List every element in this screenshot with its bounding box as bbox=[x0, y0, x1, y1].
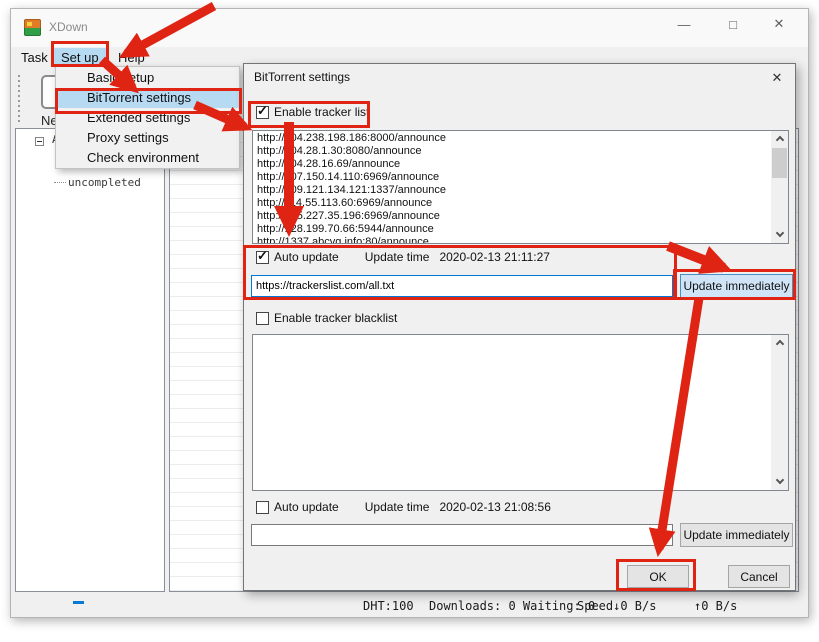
enable-tracker-list-checkbox[interactable]: ✓ bbox=[256, 106, 269, 119]
close-icon: ✕ bbox=[774, 16, 785, 32]
screen: XDown — □ ✕ Task Set up Help New A uncom bbox=[0, 0, 819, 642]
tracker-auto-update-checkbox[interactable]: ✓ bbox=[256, 251, 269, 264]
titlebar: XDown — □ ✕ bbox=[11, 9, 808, 47]
menu-item-check-environment[interactable]: Check environment bbox=[56, 148, 239, 168]
blacklist-auto-update-label: Auto update bbox=[274, 500, 339, 514]
tracker-source-url-input[interactable] bbox=[251, 275, 673, 297]
toolbar-grip[interactable] bbox=[18, 75, 20, 123]
tracker-url: http://1337.abcvg.info:80/announce bbox=[257, 236, 784, 244]
update-immediately-button-tracker[interactable]: Update immediately bbox=[680, 274, 793, 298]
task-tree-panel: A uncompleted bbox=[15, 128, 165, 592]
checkmark-icon: ✓ bbox=[257, 248, 268, 264]
dialog-title: BitTorrent settings bbox=[254, 70, 350, 84]
scroll-down-icon[interactable] bbox=[771, 474, 788, 490]
status-dht: DHT:100 bbox=[363, 599, 414, 613]
tree-collapse-icon[interactable] bbox=[35, 137, 44, 146]
tracker-url: http://125.227.35.196:6969/announce bbox=[257, 210, 784, 223]
tracker-url: http://107.150.14.110:6969/announce bbox=[257, 171, 784, 184]
tracker-url: http://128.199.70.66:5944/announce bbox=[257, 223, 784, 236]
scrollbar-thumb[interactable] bbox=[772, 148, 787, 178]
menu-set-up[interactable]: Set up bbox=[54, 48, 106, 68]
tracker-blacklist-box[interactable] bbox=[252, 334, 789, 491]
ok-button[interactable]: OK bbox=[627, 565, 689, 588]
menu-item-bittorrent-settings[interactable]: BitTorrent settings bbox=[56, 88, 239, 108]
tracker-list-scrollbar[interactable] bbox=[771, 131, 788, 243]
bittorrent-settings-dialog: BitTorrent settings ✕ ✓ Enable tracker l… bbox=[243, 63, 796, 591]
tracker-update-time-label: Update time bbox=[365, 250, 430, 264]
tracker-auto-update-row: ✓ Auto update Update time 2020-02-13 21:… bbox=[256, 250, 550, 264]
status-speed-up: ↑0 B/s bbox=[694, 599, 737, 613]
blacklist-update-time-label: Update time bbox=[365, 500, 430, 514]
status-bar: DHT:100 Downloads: 0 Waiting: 0 Speed↓0 … bbox=[15, 595, 806, 619]
scroll-up-icon[interactable] bbox=[771, 131, 788, 147]
close-button[interactable]: ✕ bbox=[756, 9, 802, 39]
status-dash bbox=[73, 601, 84, 604]
tracker-url: http://104.28.1.30:8080/announce bbox=[257, 145, 784, 158]
tracker-update-time-value: 2020-02-13 21:11:27 bbox=[439, 250, 550, 264]
enable-tracker-list-label: Enable tracker list bbox=[274, 105, 369, 119]
maximize-icon: □ bbox=[729, 17, 737, 32]
minimize-icon: — bbox=[678, 17, 691, 32]
update-immediately-button-blacklist[interactable]: Update immediately bbox=[680, 523, 793, 547]
maximize-button[interactable]: □ bbox=[710, 9, 756, 39]
dialog-close-button[interactable]: ✕ bbox=[765, 67, 789, 89]
menu-item-proxy-settings[interactable]: Proxy settings bbox=[56, 128, 239, 148]
blacklist-auto-update-checkbox[interactable] bbox=[256, 501, 269, 514]
dialog-close-icon: ✕ bbox=[772, 70, 783, 86]
scroll-down-icon[interactable] bbox=[771, 227, 788, 243]
tree-item-uncompleted[interactable]: uncompleted bbox=[68, 176, 141, 189]
blacklist-source-url-input[interactable] bbox=[251, 524, 673, 546]
menu-item-basic-setup[interactable]: Basic setup bbox=[56, 68, 239, 88]
tracker-url: http://104.238.198.186:8000/announce bbox=[257, 132, 784, 145]
tracker-auto-update-label: Auto update bbox=[274, 250, 339, 264]
checkmark-icon: ✓ bbox=[257, 103, 268, 119]
blacklist-auto-update-row: Auto update Update time 2020-02-13 21:08… bbox=[256, 500, 551, 514]
menu-item-extended-settings[interactable]: Extended settings bbox=[56, 108, 239, 128]
status-speed-down: Speed↓0 B/s bbox=[577, 599, 656, 613]
enable-tracker-blacklist-row: Enable tracker blacklist bbox=[256, 311, 397, 325]
app-icon bbox=[24, 19, 41, 36]
minimize-button[interactable]: — bbox=[661, 9, 707, 39]
window-title: XDown bbox=[49, 20, 88, 34]
blacklist-update-time-value: 2020-02-13 21:08:56 bbox=[439, 500, 550, 514]
tracker-url: http://109.121.134.121:1337/announce bbox=[257, 184, 784, 197]
tree-connector bbox=[54, 182, 66, 183]
enable-tracker-list-row: ✓ Enable tracker list bbox=[256, 105, 369, 119]
menu-task[interactable]: Task bbox=[14, 48, 55, 68]
enable-tracker-blacklist-checkbox[interactable] bbox=[256, 312, 269, 325]
tracker-url: http://104.28.16.69/announce bbox=[257, 158, 784, 171]
menu-help[interactable]: Help bbox=[111, 48, 152, 68]
cancel-button[interactable]: Cancel bbox=[728, 565, 790, 588]
enable-tracker-blacklist-label: Enable tracker blacklist bbox=[274, 311, 397, 325]
blacklist-scrollbar[interactable] bbox=[771, 335, 788, 490]
status-downloads: Downloads: 0 Waiting: 0 bbox=[429, 599, 595, 613]
tracker-list-box[interactable]: http://104.238.198.186:8000/announce htt… bbox=[252, 130, 789, 244]
scroll-up-icon[interactable] bbox=[771, 335, 788, 351]
setup-menu-dropdown: Basic setup BitTorrent settings Extended… bbox=[55, 66, 240, 169]
tracker-url: http://114.55.113.60:6969/announce bbox=[257, 197, 784, 210]
